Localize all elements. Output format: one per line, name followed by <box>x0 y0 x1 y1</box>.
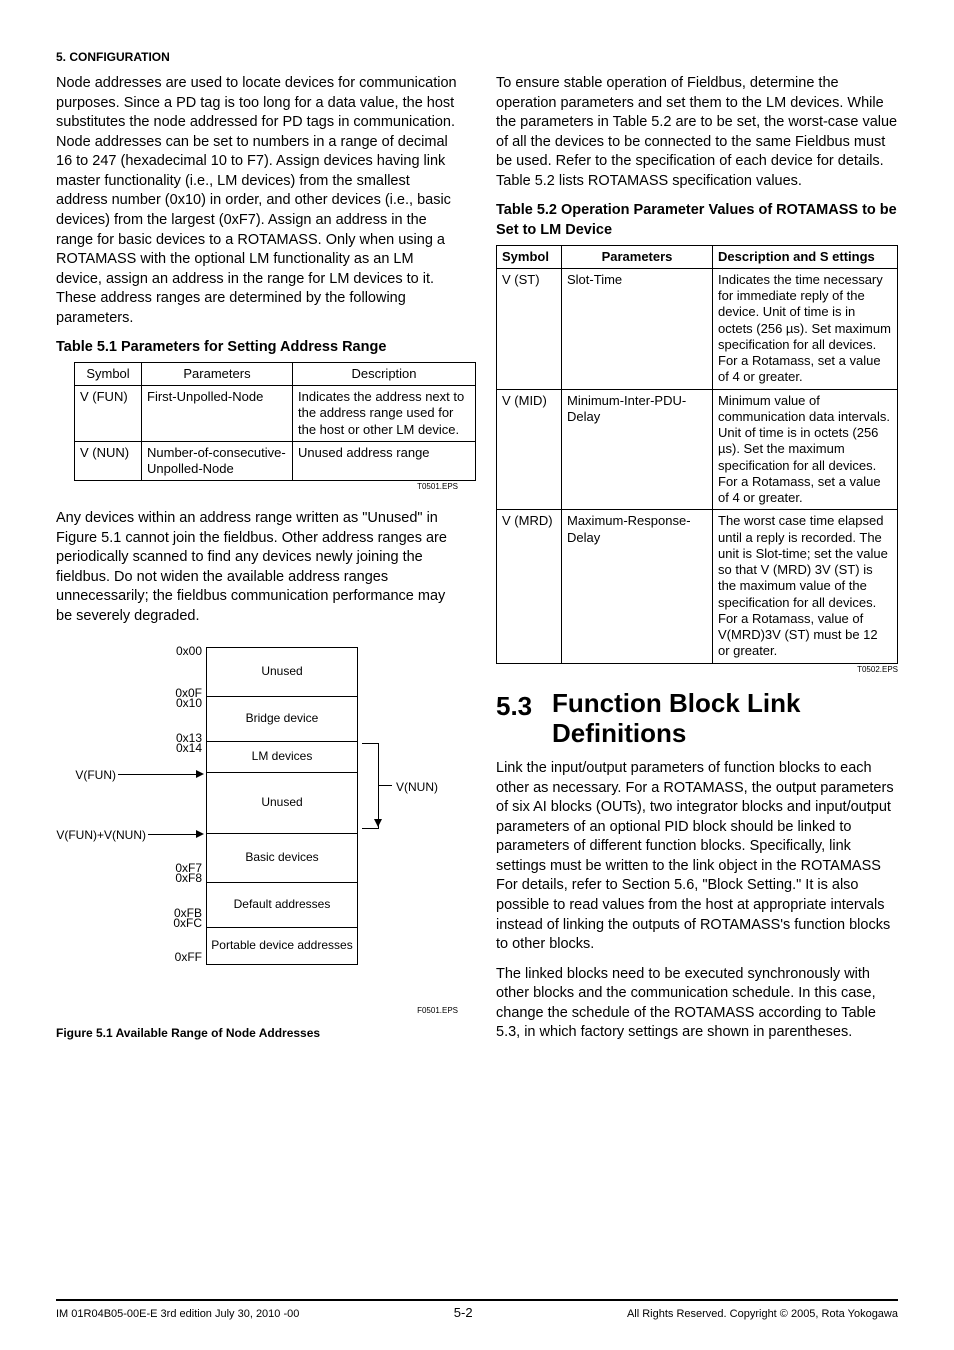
figure-5-1: Unused Bridge device LM devices Unused B… <box>56 637 458 1017</box>
eps-label: F0501.EPS <box>417 1006 458 1017</box>
addr-label: 0xFF <box>162 951 202 963</box>
eps-label: T0501.EPS <box>56 482 458 493</box>
left-paragraph-1: Node addresses are used to locate device… <box>56 74 458 328</box>
left-paragraph-2: Any devices within an address range writ… <box>56 509 458 626</box>
stack-box: Unused <box>207 773 357 834</box>
heading-text: Function Block Link Definitions <box>552 689 898 749</box>
stack-box: Default addresses <box>207 883 357 928</box>
th-parameters: Parameters <box>142 362 293 385</box>
addr-label: 0x10 <box>162 697 202 709</box>
cell: Minimum-Inter-PDU-Delay <box>562 389 713 510</box>
arrow-head-icon <box>374 819 382 827</box>
vfun-vnun-label: V(FUN)+V(NUN) <box>56 827 146 843</box>
cell: Indicates the time necessary for immedia… <box>713 268 898 389</box>
stack-box: Basic devices <box>207 834 357 883</box>
addr-label: 0x14 <box>162 742 202 754</box>
table-row: V (ST) Slot-Time Indicates the time nece… <box>497 268 898 389</box>
table-row: V (MRD) Maximum-Response-Delay The worst… <box>497 510 898 663</box>
table-5-2-title: Table 5.2 Operation Parameter Values of … <box>496 201 898 240</box>
cell: V (MID) <box>497 389 562 510</box>
cell: The worst case time elapsed until a repl… <box>713 510 898 663</box>
left-column: Node addresses are used to locate device… <box>56 74 458 1291</box>
cell: V (FUN) <box>75 386 142 442</box>
th-parameters: Parameters <box>562 245 713 268</box>
vfun-label: V(FUN) <box>56 767 116 783</box>
table-row: Symbol Parameters Description <box>75 362 476 385</box>
cell: V (ST) <box>497 268 562 389</box>
table-5-1: Symbol Parameters Description V (FUN) Fi… <box>74 362 476 482</box>
cell: Number-of-consecutive-Unpolled-Node <box>142 441 293 481</box>
stack-box: Unused <box>207 648 357 697</box>
table-5-1-title: Table 5.1 Parameters for Setting Address… <box>56 338 458 358</box>
cell: Unused address range <box>293 441 476 481</box>
table-5-2: Symbol Parameters Description and S etti… <box>496 245 898 664</box>
th-description: Description and S ettings <box>713 245 898 268</box>
cell: Minimum value of communication data inte… <box>713 389 898 510</box>
figure-5-1-caption: Figure 5.1 Available Range of Node Addre… <box>56 1025 458 1041</box>
table-row: V (NUN) Number-of-consecutive-Unpolled-N… <box>75 441 476 481</box>
addr-label: 0x00 <box>162 645 202 657</box>
cell: V (MRD) <box>497 510 562 663</box>
vnun-bracket <box>362 743 379 829</box>
arrow-head-icon <box>196 830 204 838</box>
th-symbol: Symbol <box>75 362 142 385</box>
heading-5-3: 5.3 Function Block Link Definitions <box>496 689 898 749</box>
section-header: 5. CONFIGURATION <box>56 50 898 64</box>
cell: V (NUN) <box>75 441 142 481</box>
vnun-label: V(NUN) <box>396 779 438 795</box>
cell: First-Unpolled-Node <box>142 386 293 442</box>
arrow-head-icon <box>196 770 204 778</box>
two-column-layout: Node addresses are used to locate device… <box>56 74 898 1291</box>
addr-label: 0xFC <box>162 917 202 929</box>
page-footer: IM 01R04B05-00E-E 3rd edition July 30, 2… <box>56 1299 898 1320</box>
stack-box: LM devices <box>207 742 357 773</box>
right-paragraph-2: Link the input/output parameters of func… <box>496 759 898 955</box>
cell: Indicates the address next to the addres… <box>293 386 476 442</box>
footer-right: All Rights Reserved. Copyright © 2005, R… <box>627 1308 898 1320</box>
th-description: Description <box>293 362 476 385</box>
footer-left: IM 01R04B05-00E-E 3rd edition July 30, 2… <box>56 1308 299 1320</box>
heading-number: 5.3 <box>496 689 552 749</box>
cell: Maximum-Response-Delay <box>562 510 713 663</box>
address-stack: Unused Bridge device LM devices Unused B… <box>206 647 358 965</box>
stack-box: Portable device addresses <box>207 928 357 964</box>
right-column: To ensure stable operation of Fieldbus, … <box>496 74 898 1291</box>
table-row: V (MID) Minimum-Inter-PDU-Delay Minimum … <box>497 389 898 510</box>
table-row: Symbol Parameters Description and S etti… <box>497 245 898 268</box>
stack-box: Bridge device <box>207 697 357 742</box>
table-row: V (FUN) First-Unpolled-Node Indicates th… <box>75 386 476 442</box>
eps-label: T0502.EPS <box>496 665 898 676</box>
arrow-line <box>148 834 198 835</box>
th-symbol: Symbol <box>497 245 562 268</box>
right-paragraph-1: To ensure stable operation of Fieldbus, … <box>496 74 898 191</box>
right-paragraph-3: The linked blocks need to be executed sy… <box>496 965 898 1043</box>
cell: Slot-Time <box>562 268 713 389</box>
arrow-line <box>118 774 198 775</box>
arrow-line <box>378 785 392 786</box>
footer-page-number: 5-2 <box>454 1305 473 1320</box>
addr-label: 0xF8 <box>162 872 202 884</box>
